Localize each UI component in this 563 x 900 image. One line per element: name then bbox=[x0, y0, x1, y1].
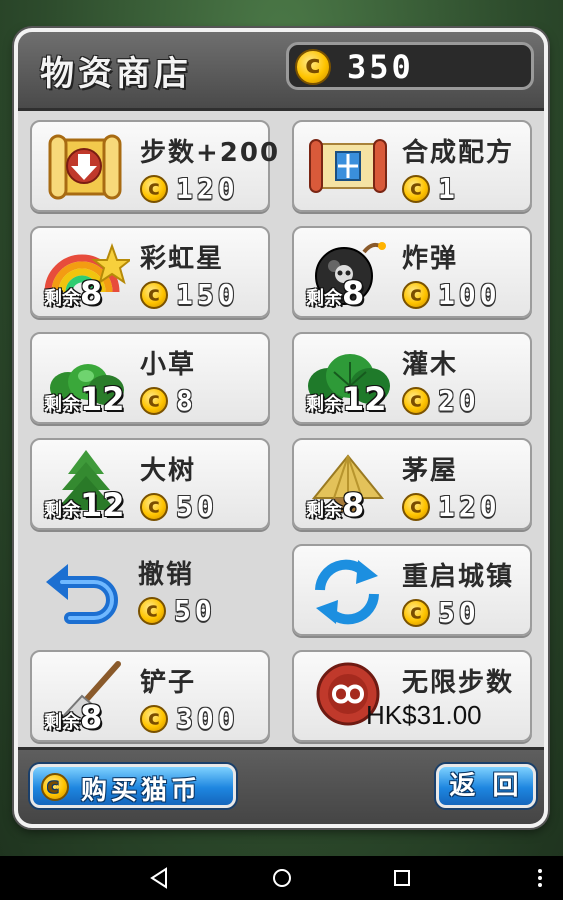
remaining-number: 8 bbox=[80, 274, 103, 312]
item-name: 炸弹 bbox=[402, 244, 459, 274]
remaining-label: 剩余 bbox=[44, 394, 80, 415]
coin-icon bbox=[402, 492, 430, 521]
item-price: 50 bbox=[176, 490, 218, 523]
price-row: 1 bbox=[402, 172, 459, 205]
item-price: 100 bbox=[438, 278, 501, 311]
item-name: 灌木 bbox=[402, 350, 459, 380]
back-nav-icon[interactable] bbox=[146, 864, 174, 892]
remaining-number: 8 bbox=[342, 274, 365, 312]
price-row: 100 bbox=[402, 278, 501, 311]
shop-panel: 物资商店 350 步数+200 120 bbox=[14, 28, 548, 828]
coin-icon bbox=[402, 174, 430, 203]
recents-nav-icon[interactable] bbox=[388, 864, 416, 892]
item-price: 1 bbox=[438, 172, 459, 205]
price-row: 120 bbox=[140, 172, 239, 205]
coin-icon bbox=[138, 596, 166, 625]
remaining-count: 剩余8 bbox=[44, 698, 102, 736]
item-card-grass[interactable]: 剩余12 小草 8 bbox=[30, 332, 270, 424]
remaining-label: 剩余 bbox=[306, 288, 342, 309]
remaining-count: 剩余8 bbox=[44, 274, 102, 312]
coin-icon bbox=[140, 492, 168, 521]
remaining-count: 剩余8 bbox=[306, 274, 364, 312]
remaining-label: 剩余 bbox=[306, 394, 342, 415]
price-row: 120 bbox=[402, 490, 501, 523]
price-row: 50 bbox=[140, 490, 218, 523]
item-name: 大树 bbox=[140, 456, 197, 486]
restart-icon bbox=[315, 559, 379, 625]
coin-icon bbox=[41, 773, 69, 801]
item-card-bush[interactable]: 剩余12 灌木 20 bbox=[292, 332, 532, 424]
price-row: 50 bbox=[138, 594, 216, 627]
android-nav-bar bbox=[0, 856, 563, 900]
price-row: 8 bbox=[140, 384, 197, 417]
price-row: 150 bbox=[140, 278, 239, 311]
coin-icon bbox=[140, 280, 168, 309]
coin-amount: 350 bbox=[347, 48, 414, 86]
remaining-number: 12 bbox=[80, 380, 125, 418]
item-card-rainbow-star[interactable]: 剩余8 彩虹星 150 bbox=[30, 226, 270, 318]
coin-icon bbox=[295, 49, 331, 85]
item-name: 重启城镇 bbox=[402, 562, 515, 592]
item-price: 20 bbox=[438, 384, 480, 417]
item-card-restart[interactable]: 重启城镇 50 bbox=[292, 544, 532, 636]
item-card-recipe[interactable]: 合成配方 1 bbox=[292, 120, 532, 212]
item-card-tree[interactable]: 剩余12 大树 50 bbox=[30, 438, 270, 530]
remaining-number: 8 bbox=[342, 486, 365, 524]
coin-icon bbox=[140, 386, 168, 415]
price-row: 50 bbox=[402, 596, 480, 629]
remaining-label: 剩余 bbox=[44, 288, 80, 309]
shop-title: 物资商店 bbox=[40, 54, 192, 94]
remaining-number: 8 bbox=[80, 698, 103, 736]
remaining-count: 剩余12 bbox=[44, 380, 125, 418]
item-card-steps[interactable]: 步数+200 120 bbox=[30, 120, 278, 212]
scroll-down-arrow-icon bbox=[48, 134, 122, 200]
remaining-number: 12 bbox=[80, 486, 125, 524]
price-row: 300 bbox=[140, 702, 239, 735]
item-name: 彩虹星 bbox=[140, 244, 225, 274]
item-price: 50 bbox=[438, 596, 480, 629]
buy-coins-label: 购买猫币 bbox=[81, 776, 202, 806]
item-price: 120 bbox=[438, 490, 501, 523]
coin-icon bbox=[140, 704, 168, 733]
menu-nav-icon[interactable] bbox=[526, 864, 554, 892]
coin-balance: 350 bbox=[286, 42, 534, 90]
item-name: 茅屋 bbox=[402, 456, 459, 486]
item-price: 120 bbox=[176, 172, 239, 205]
recipe-scroll-icon bbox=[309, 139, 387, 193]
remaining-label: 剩余 bbox=[306, 500, 342, 521]
coin-icon bbox=[402, 386, 430, 415]
item-card-hut[interactable]: 剩余8 茅屋 120 bbox=[292, 438, 532, 530]
remaining-count: 剩余8 bbox=[306, 486, 364, 524]
buy-coins-button[interactable]: 购买猫币 bbox=[30, 764, 236, 808]
item-name: 步数+200 bbox=[140, 138, 281, 168]
back-button[interactable]: 返 回 bbox=[436, 764, 536, 808]
item-price: 150 bbox=[176, 278, 239, 311]
shop-footer: 购买猫币 返 回 bbox=[18, 747, 544, 824]
remaining-count: 剩余12 bbox=[44, 486, 125, 524]
item-card-infinite-steps[interactable]: 无限步数 HK$31.00 bbox=[292, 650, 532, 742]
coin-icon bbox=[402, 280, 430, 309]
coin-icon bbox=[140, 174, 168, 203]
remaining-number: 12 bbox=[342, 380, 387, 418]
undo-arrow-icon bbox=[46, 564, 118, 624]
shop-header: 物资商店 350 bbox=[18, 32, 544, 111]
item-card-undo[interactable]: 撤销 50 bbox=[30, 544, 270, 636]
item-name: 合成配方 bbox=[402, 138, 515, 168]
item-name: 铲子 bbox=[140, 668, 197, 698]
coin-icon bbox=[402, 598, 430, 627]
home-nav-icon[interactable] bbox=[268, 864, 296, 892]
item-price: 50 bbox=[174, 594, 216, 627]
price-row: 20 bbox=[402, 384, 480, 417]
remaining-count: 剩余12 bbox=[306, 380, 387, 418]
remaining-label: 剩余 bbox=[44, 712, 80, 733]
item-price: 300 bbox=[176, 702, 239, 735]
remaining-label: 剩余 bbox=[44, 500, 80, 521]
item-card-bomb[interactable]: 剩余8 炸弹 100 bbox=[292, 226, 532, 318]
item-name: 无限步数 bbox=[402, 668, 515, 698]
item-price: HK$31.00 bbox=[366, 700, 482, 730]
item-price: 8 bbox=[176, 384, 197, 417]
item-name: 撤销 bbox=[138, 560, 195, 590]
item-card-shovel[interactable]: 剩余8 铲子 300 bbox=[30, 650, 270, 742]
item-name: 小草 bbox=[140, 350, 197, 380]
